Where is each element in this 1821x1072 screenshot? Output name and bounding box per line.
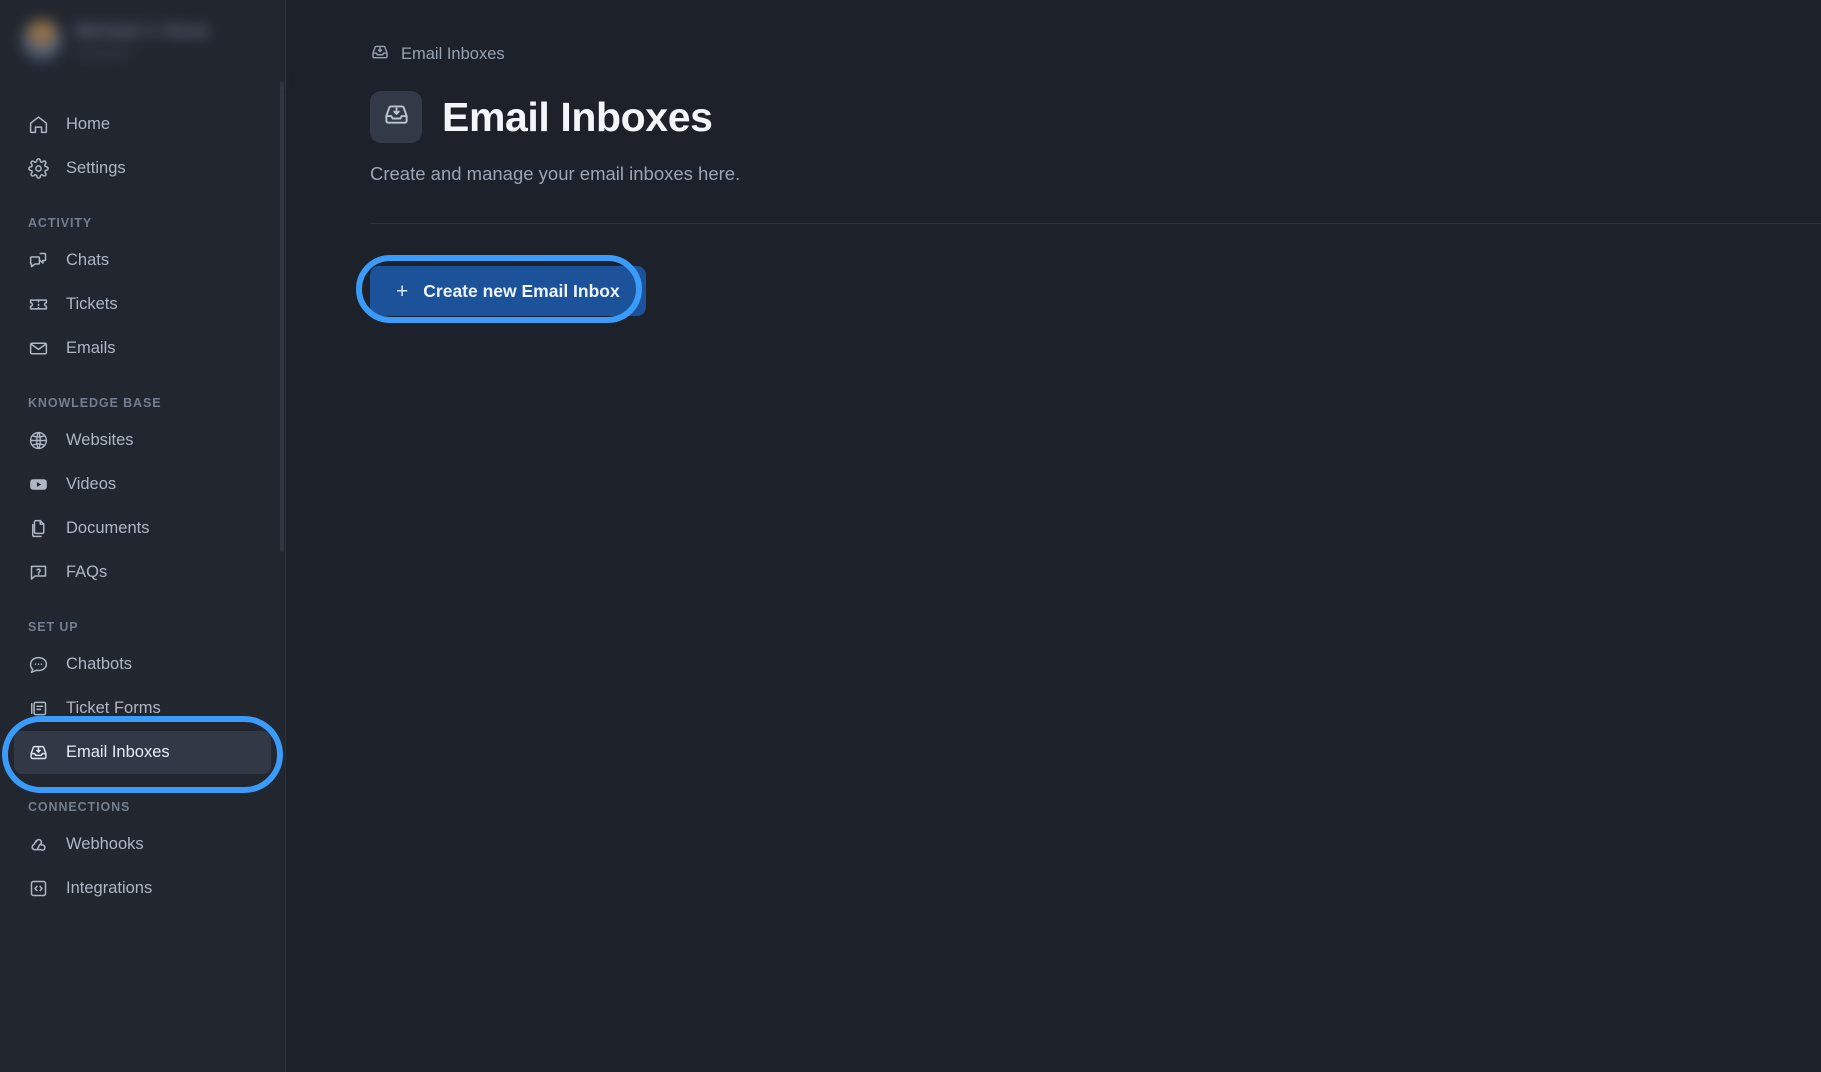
form-icon	[28, 698, 49, 719]
sidebar-item-email-inboxes[interactable]: Email Inboxes	[14, 731, 271, 774]
sidebar-item-webhooks[interactable]: Webhooks	[14, 823, 271, 866]
sidebar-item-chats[interactable]: Chats	[14, 239, 271, 282]
sidebar-item-label: Chats	[66, 251, 110, 269]
webhook-icon	[28, 834, 49, 855]
content-divider	[370, 223, 1821, 224]
ticket-icon	[28, 294, 49, 315]
sidebar-item-label: Websites	[66, 431, 134, 449]
sidebar-item-label: Documents	[66, 519, 150, 537]
page-description: Create and manage your email inboxes her…	[370, 163, 741, 184]
section-label-set-up: SET UP	[28, 620, 79, 634]
envelope-icon	[28, 338, 49, 359]
chat-bubbles-icon	[28, 250, 49, 271]
sidebar-item-label: Tickets	[66, 295, 118, 313]
create-new-email-inbox-button[interactable]: + Create new Email Inbox	[370, 266, 646, 316]
inbox-download-icon	[370, 42, 390, 67]
section-label-connections: CONNECTIONS	[28, 800, 131, 814]
sidebar-item-faqs[interactable]: FAQs	[14, 551, 271, 594]
avatar	[22, 20, 62, 60]
youtube-play-icon	[28, 474, 49, 495]
breadcrumb-label: Email Inboxes	[401, 45, 505, 63]
page-icon-tile	[370, 91, 422, 143]
sidebar-item-videos[interactable]: Videos	[14, 463, 271, 506]
sidebar-item-label: FAQs	[66, 563, 108, 581]
sidebar-item-label: Videos	[66, 475, 117, 493]
documents-icon	[28, 518, 49, 539]
create-button-label: Create new Email Inbox	[423, 280, 620, 301]
sidebar-item-label: Webhooks	[66, 835, 144, 853]
sidebar-nav: Home Settings ACTIVITY Chats Tickets Ema…	[0, 81, 285, 910]
profile-subtitle: workspace	[76, 45, 134, 60]
section-label-knowledge-base: KNOWLEDGE BASE	[28, 396, 162, 410]
sidebar-item-tickets[interactable]: Tickets	[14, 283, 271, 326]
sidebar: Michael J. Dunn workspace Home Settings …	[0, 0, 286, 1072]
sidebar-scrollbar[interactable]	[280, 82, 284, 552]
chat-dots-icon	[28, 654, 49, 675]
sidebar-item-emails[interactable]: Emails	[14, 327, 271, 370]
sidebar-item-label: Integrations	[66, 879, 153, 897]
gear-icon	[28, 158, 49, 179]
section-label-activity: ACTIVITY	[28, 216, 93, 230]
profile-name: Michael J. Dunn	[76, 20, 210, 40]
sidebar-item-websites[interactable]: Websites	[14, 419, 271, 462]
page-header: Email Inboxes	[370, 91, 1821, 143]
home-icon	[28, 114, 49, 135]
user-profile[interactable]: Michael J. Dunn workspace	[0, 0, 285, 81]
sidebar-item-label: Email Inboxes	[66, 743, 170, 761]
sidebar-item-label: Home	[66, 115, 111, 133]
sidebar-item-label: Settings	[66, 159, 126, 177]
page-title: Email Inboxes	[442, 93, 713, 140]
sidebar-item-ticket-forms[interactable]: Ticket Forms	[14, 687, 271, 730]
breadcrumb[interactable]: Email Inboxes	[370, 42, 1821, 67]
inbox-download-icon	[382, 100, 411, 134]
sidebar-item-settings[interactable]: Settings	[14, 147, 271, 190]
sidebar-item-documents[interactable]: Documents	[14, 507, 271, 550]
code-brackets-icon	[28, 878, 49, 899]
sidebar-item-integrations[interactable]: Integrations	[14, 867, 271, 910]
globe-icon	[28, 430, 49, 451]
sidebar-item-home[interactable]: Home	[14, 103, 271, 146]
main-content: Email Inboxes Email Inboxes Create and m…	[286, 0, 1821, 1072]
sidebar-item-label: Ticket Forms	[66, 699, 161, 717]
plus-icon: +	[396, 279, 409, 303]
sidebar-item-label: Emails	[66, 339, 116, 357]
sidebar-item-chatbots[interactable]: Chatbots	[14, 643, 271, 686]
sidebar-item-label: Chatbots	[66, 655, 133, 673]
question-bubble-icon	[28, 562, 49, 583]
inbox-download-icon	[28, 742, 49, 763]
app-root: Michael J. Dunn workspace Home Settings …	[0, 0, 1821, 1072]
